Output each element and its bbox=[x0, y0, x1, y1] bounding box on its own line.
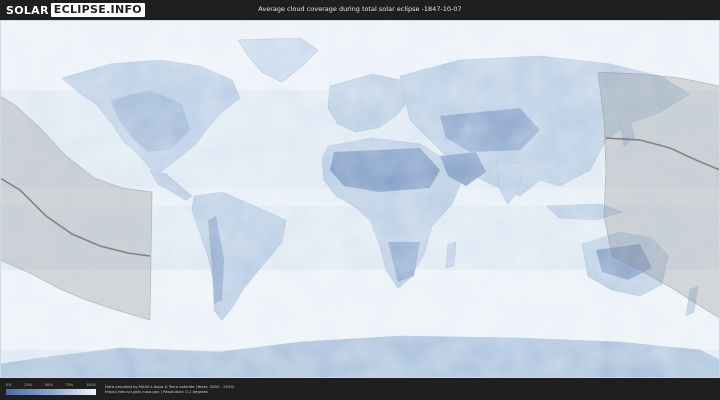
cloud-coverage-map bbox=[0, 20, 720, 378]
credits-line-2[interactable]: https://neo.sci.gsfc.nasa.gov | Resoluti… bbox=[105, 389, 234, 394]
site-logo[interactable]: SOLAR ECLIPSE.INFO bbox=[6, 3, 145, 17]
logo-solar-text: SOLAR bbox=[6, 3, 49, 17]
coverage-legend: 0% 25% 50% 75% 100% bbox=[6, 383, 96, 395]
legend-tick: 75% bbox=[65, 383, 74, 387]
page-title: Average cloud coverage during total sola… bbox=[258, 5, 462, 13]
logo-eclipse-text: ECLIPSE.INFO bbox=[50, 3, 145, 17]
world-map-svg bbox=[0, 20, 720, 378]
legend-ticks: 0% 25% 50% 75% 100% bbox=[6, 383, 96, 388]
legend-tick: 100% bbox=[85, 383, 96, 387]
header-bar: SOLAR ECLIPSE.INFO Average cloud coverag… bbox=[0, 0, 720, 20]
legend-tick: 25% bbox=[24, 383, 33, 387]
data-credits: Data provided by NASA's Aqua & Terra sat… bbox=[105, 384, 234, 394]
legend-tick: 50% bbox=[44, 383, 53, 387]
footer-bar: 0% 25% 50% 75% 100% Data provided by NAS… bbox=[0, 378, 720, 400]
legend-tick: 0% bbox=[6, 383, 12, 387]
legend-color-bar bbox=[6, 389, 96, 395]
